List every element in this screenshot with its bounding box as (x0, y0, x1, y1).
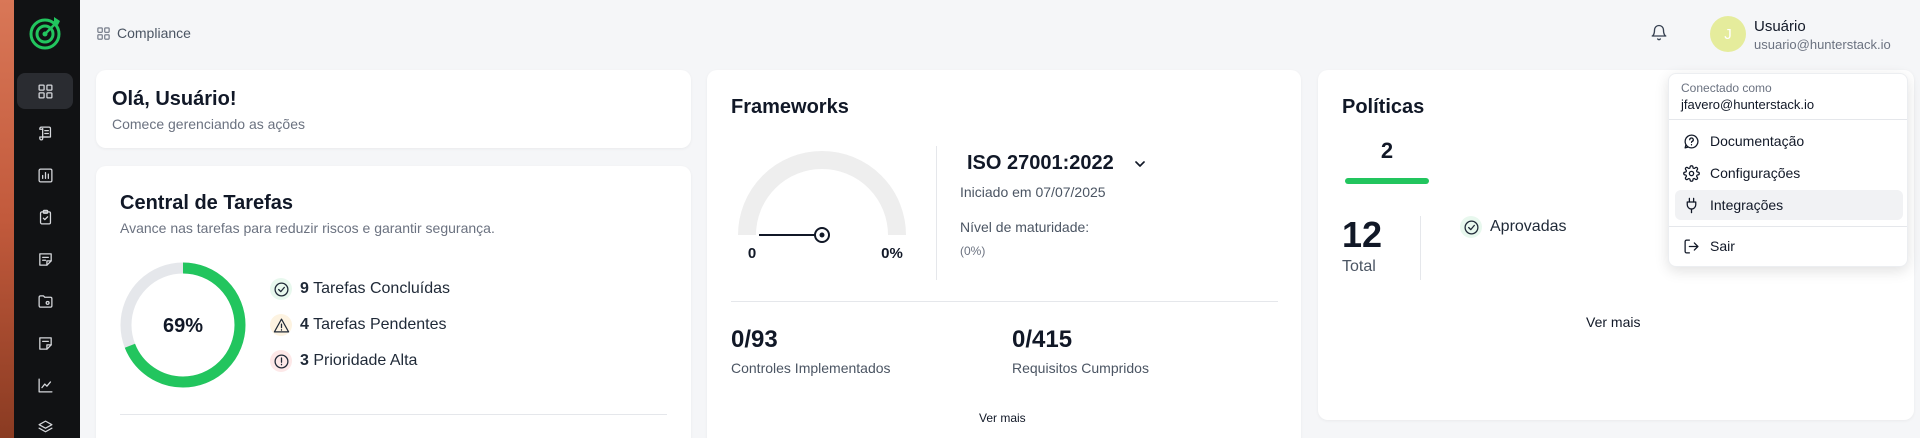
divider (1669, 119, 1907, 120)
sidebar-item-assets[interactable] (17, 283, 73, 319)
divider (731, 301, 1278, 302)
plug-icon (1686, 197, 1697, 213)
gauge-value-label: 0% (881, 245, 903, 260)
task-label: Tarefas Concluídas (313, 280, 451, 297)
task-count: 9 (300, 280, 309, 297)
task-label: Prioridade Alta (313, 352, 418, 369)
alert-circle-icon (270, 350, 292, 372)
check-circle-icon (270, 278, 292, 300)
desktop-wallpaper-strip (0, 0, 14, 438)
tasks-card: Central de Tarefas Avance nas tarefas pa… (96, 166, 691, 438)
gauge-arc (738, 151, 906, 236)
bell-icon (1651, 24, 1667, 41)
sidebar-item-layers[interactable] (17, 409, 73, 438)
framework-selected: ISO 27001:2022 (967, 152, 1114, 174)
tasks-subtitle: Avance nas tarefas para reduzir riscos e… (120, 220, 495, 236)
breadcrumb[interactable]: Compliance (96, 25, 191, 41)
gear-icon (1683, 164, 1700, 182)
frameworks-more-link[interactable]: Ver mais (979, 411, 1026, 425)
policies-total-value: 12 (1342, 214, 1383, 255)
note-icon (38, 336, 52, 350)
requirements-value: 0/415 (1012, 326, 1073, 353)
sidebar-item-dashboard[interactable] (17, 73, 73, 109)
controls-label: Controles Implementados (731, 360, 891, 376)
menu-item-settings[interactable]: Configurações (1675, 158, 1903, 188)
dashboard-grid-icon (97, 26, 110, 40)
breadcrumb-label: Compliance (117, 25, 191, 41)
topbar: Compliance J Usuário usuario@hunterstack… (80, 0, 1920, 68)
menu-item-integrations[interactable]: Integrações (1675, 190, 1903, 220)
user-email: usuario@hunterstack.io (1754, 37, 1891, 52)
scroll-icon (38, 125, 51, 140)
sidebar (14, 0, 80, 438)
divider (120, 414, 667, 415)
sidebar-item-policies[interactable] (17, 241, 73, 277)
task-count: 4 (300, 316, 309, 333)
folder-icon (37, 294, 53, 308)
menu-item-label: Sair (1710, 238, 1735, 254)
frameworks-title: Frameworks (731, 96, 849, 118)
user-menu-dropdown: Conectado como jfavero@hunterstack.io Do… (1668, 73, 1908, 267)
sidebar-item-documents[interactable] (17, 115, 73, 151)
task-row-pending[interactable]: 4 Tarefas Pendentes (270, 314, 446, 336)
divider (1420, 216, 1421, 280)
requirements-label: Requisitos Cumpridos (1012, 360, 1149, 376)
chevron-down-icon (1134, 160, 1145, 167)
policies-tab-count[interactable]: 2 (1345, 138, 1429, 164)
tasks-progress-donut: 69% (120, 262, 246, 388)
app-logo[interactable] (27, 12, 67, 52)
sidebar-item-reports[interactable] (17, 157, 73, 193)
gauge-min-label: 0 (748, 245, 756, 260)
task-row-high-priority[interactable]: 3 Prioridade Alta (270, 350, 417, 372)
notifications-button[interactable] (1650, 24, 1670, 44)
policies-more-link[interactable]: Ver mais (1586, 314, 1640, 330)
warning-triangle-icon (270, 314, 292, 336)
avatar[interactable]: J (1710, 16, 1746, 52)
progress-label: 69% (163, 315, 203, 337)
user-name[interactable]: Usuário (1754, 18, 1806, 35)
controls-value: 0/93 (731, 326, 778, 353)
policies-title: Políticas (1342, 96, 1425, 118)
help-bubble-icon (1684, 133, 1699, 149)
logout-icon (1684, 238, 1699, 254)
bar-chart-icon (37, 167, 53, 183)
greeting-card: Olá, Usuário! Comece gerenciando as açõe… (96, 70, 691, 148)
divider (1669, 226, 1907, 227)
policies-total-label: Total (1342, 258, 1376, 275)
sticky-note-icon (38, 252, 52, 266)
gauge-pivot-dot (819, 232, 825, 238)
connected-email: jfavero@hunterstack.io (1681, 97, 1815, 112)
menu-item-documentation[interactable]: Documentação (1675, 126, 1903, 156)
frameworks-card: Frameworks 0 0% ISO 27001:2022 Iniciado … (707, 70, 1301, 438)
menu-item-label: Integrações (1710, 197, 1784, 213)
policies-approved[interactable]: Aprovadas (1460, 216, 1567, 238)
clipboard-check-icon (39, 209, 51, 225)
menu-item-logout[interactable]: Sair (1675, 231, 1903, 261)
tasks-title: Central de Tarefas (120, 192, 294, 214)
menu-item-label: Configurações (1710, 165, 1801, 181)
greeting-title: Olá, Usuário! (112, 88, 237, 110)
check-circle-icon (1460, 216, 1482, 238)
task-row-completed[interactable]: 9 Tarefas Concluídas (270, 278, 450, 300)
sidebar-item-analytics[interactable] (17, 367, 73, 403)
layers-icon (37, 419, 53, 432)
task-count: 3 (300, 352, 309, 369)
sidebar-item-tasks[interactable] (17, 199, 73, 235)
menu-item-label: Documentação (1710, 133, 1805, 149)
policies-tab-indicator (1345, 178, 1429, 184)
connected-as-label: Conectado como (1681, 81, 1772, 95)
task-label: Tarefas Pendentes (313, 316, 447, 333)
framework-started: Iniciado em 07/07/2025 (960, 184, 1106, 200)
greeting-subtitle: Comece gerenciando as ações (112, 116, 306, 132)
dashboard-grid-icon (37, 83, 53, 99)
divider (936, 146, 937, 280)
line-chart-icon (37, 377, 53, 393)
maturity-label: Nível de maturidade: (960, 219, 1090, 235)
approved-label: Aprovadas (1490, 218, 1567, 235)
maturity-gauge: 0 0% (738, 151, 906, 260)
framework-select[interactable]: ISO 27001:2022 (967, 152, 1148, 175)
maturity-value: (0%) (960, 244, 986, 258)
sidebar-item-notes[interactable] (17, 325, 73, 361)
